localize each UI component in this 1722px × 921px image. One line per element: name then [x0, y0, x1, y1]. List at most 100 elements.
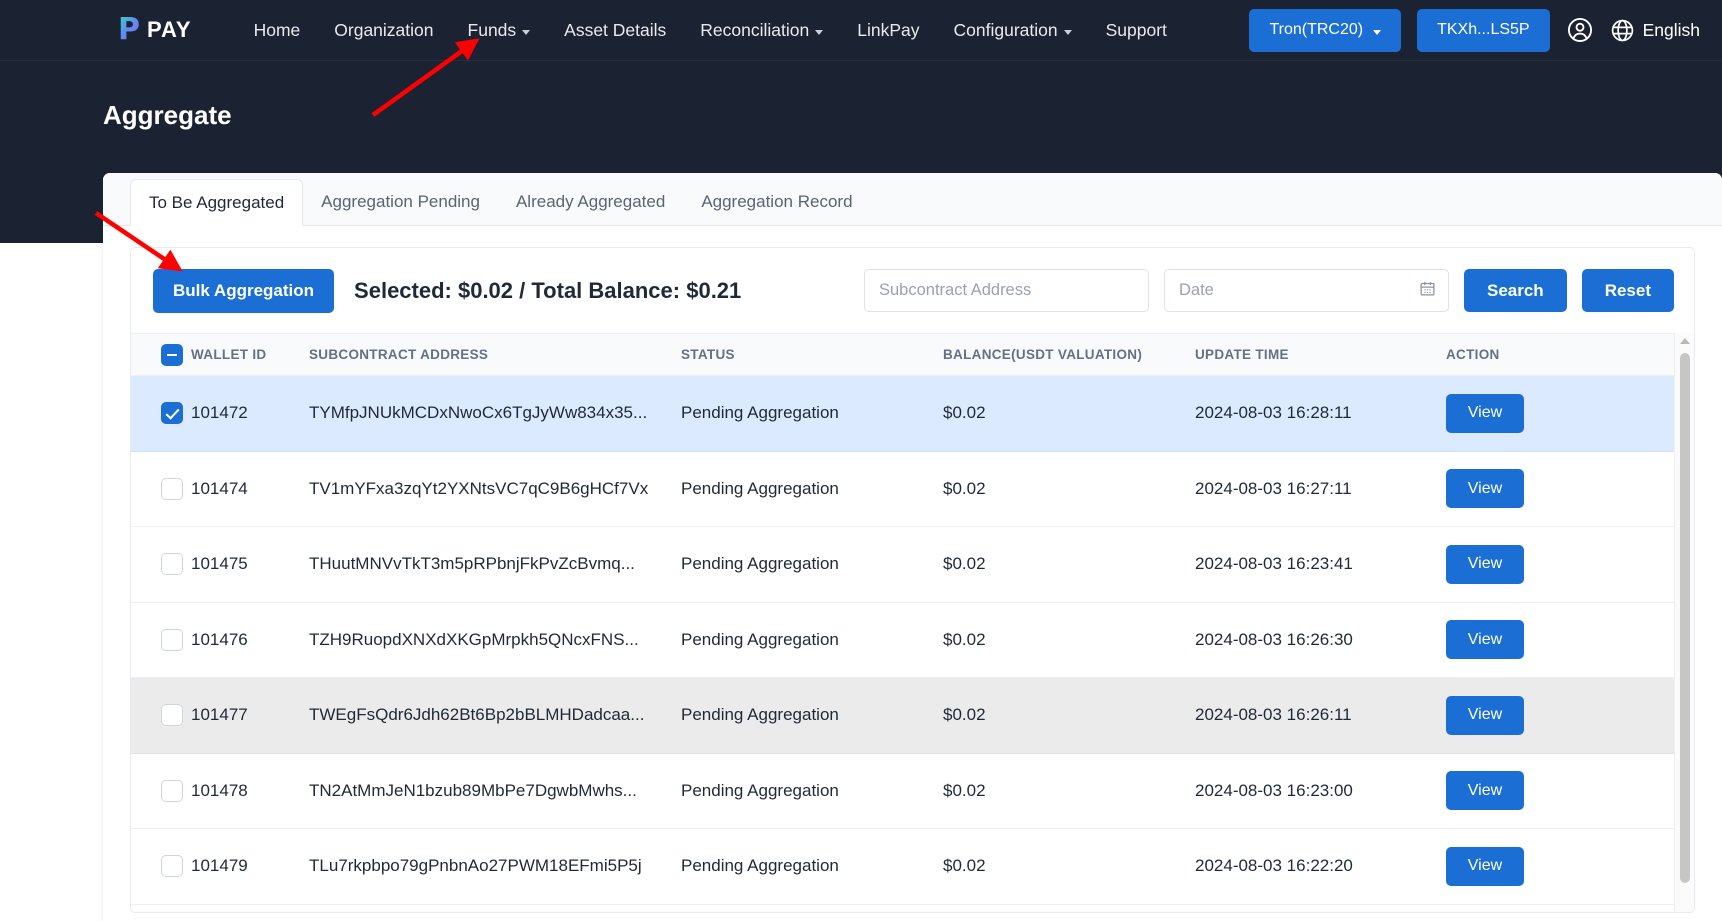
table-row[interactable]: 101472 TYMfpJNUkMCDxNwoCx6TgJyWw834x35..…	[131, 375, 1676, 452]
cell-status: Pending Aggregation	[681, 375, 943, 452]
reset-button[interactable]: Reset	[1581, 269, 1674, 312]
chevron-down-icon	[1063, 29, 1072, 35]
table-row[interactable]: 101475 THuutMNVvTkT3m5pRPbnjFkPvZcBvmq..…	[131, 526, 1676, 603]
cell-update-time: 2024-08-03 16:27:11	[1195, 451, 1446, 527]
nav-label: Configuration	[953, 19, 1058, 40]
tab-aggregation-pending[interactable]: Aggregation Pending	[303, 178, 498, 225]
cell-balance: $0.02	[943, 753, 1195, 829]
tab-already-aggregated[interactable]: Already Aggregated	[498, 178, 683, 225]
view-button[interactable]: View	[1446, 846, 1524, 886]
view-button[interactable]: View	[1446, 544, 1524, 584]
view-button[interactable]: View	[1446, 469, 1524, 509]
cell-wallet-id: 101479	[191, 828, 309, 905]
scrollbar-thumb[interactable]	[1680, 353, 1690, 883]
date-input[interactable]	[1163, 269, 1449, 312]
nav-menu: Home Organization Funds Asset Details Re…	[237, 20, 1184, 41]
cell-wallet-id: 101477	[191, 677, 309, 754]
globe-icon	[1611, 19, 1633, 41]
table-row[interactable]: 101476 TZH9RuopdXNXdXKGpMrpkh5QNcxFNS...…	[131, 602, 1676, 678]
cell-action: View	[1446, 375, 1676, 452]
view-button[interactable]: View	[1446, 620, 1524, 660]
nav-item-support[interactable]: Support	[1089, 20, 1184, 41]
nav-label: Home	[253, 19, 301, 40]
logo-p-icon: P	[118, 12, 140, 47]
row-select-cell	[131, 828, 191, 905]
column-wallet-id[interactable]: WALLET ID	[191, 333, 309, 376]
nav-label: Organization	[334, 19, 434, 40]
cell-wallet-id: 101472	[191, 375, 309, 452]
cell-address: TV1mYFxa3zqYt2YXNtsVC7qC9B6gHCf7Vx	[309, 451, 681, 527]
table-row[interactable]: 101477 TWEgFsQdr6Jdh62Bt6Bp2bBLMHDadcaa.…	[131, 677, 1676, 754]
filter-group: Search Reset	[863, 269, 1674, 312]
column-subcontract-address[interactable]: SUBCONTRACT ADDRESS	[309, 333, 681, 376]
brand-logo[interactable]: P PAY	[118, 15, 192, 45]
nav-item-organization[interactable]: Organization	[317, 20, 450, 41]
cell-update-time: 2024-08-03 16:28:11	[1195, 375, 1446, 452]
row-checkbox[interactable]	[161, 779, 183, 802]
wallet-label: TKXh...LS5P	[1437, 21, 1530, 38]
cell-status: Pending Aggregation	[681, 753, 943, 829]
view-button[interactable]: View	[1446, 695, 1524, 735]
select-all-header	[131, 333, 191, 376]
tab-label: To Be Aggregated	[149, 192, 285, 212]
row-select-cell	[131, 526, 191, 603]
network-label: Tron(TRC20)	[1269, 21, 1364, 38]
selection-summary: Selected: $0.02 / Total Balance: $0.21	[354, 277, 742, 303]
cell-balance: $0.02	[943, 375, 1195, 452]
network-selector-button[interactable]: Tron(TRC20)	[1249, 8, 1402, 52]
app-root: P PAY Home Organization Funds Asset Deta…	[0, 0, 1722, 921]
cell-status: Pending Aggregation	[681, 526, 943, 603]
nav-item-configuration[interactable]: Configuration	[937, 20, 1089, 41]
bulk-aggregation-button[interactable]: Bulk Aggregation	[153, 268, 335, 313]
tab-aggregation-record[interactable]: Aggregation Record	[683, 178, 870, 225]
select-all-checkbox[interactable]	[161, 343, 183, 366]
row-checkbox[interactable]	[161, 477, 183, 500]
table-row[interactable]: 101478 TN2AtMmJeN1bzub89MbPe7DgwbMwhs...…	[131, 753, 1676, 829]
cell-update-time: 2024-08-03 16:26:30	[1195, 602, 1446, 678]
nav-label: Funds	[467, 19, 517, 40]
subcontract-address-input[interactable]	[863, 269, 1149, 312]
tab-label: Already Aggregated	[515, 191, 666, 211]
row-select-cell	[131, 677, 191, 754]
row-checkbox[interactable]	[161, 553, 183, 576]
logo-text: PAY	[147, 17, 192, 42]
cell-action: View	[1446, 526, 1676, 603]
nav-item-funds[interactable]: Funds	[451, 20, 548, 41]
cell-address: TYMfpJNUkMCDxNwoCx6TgJyWw834x35...	[309, 375, 681, 452]
language-selector[interactable]: English	[1610, 18, 1700, 43]
table-scroll-area: WALLET ID SUBCONTRACT ADDRESS STATUS BAL…	[131, 333, 1694, 912]
table-vertical-scrollbar[interactable]	[1674, 333, 1694, 912]
table-toolbar: Bulk Aggregation Selected: $0.02 / Total…	[131, 248, 1694, 333]
cell-update-time: 2024-08-03 16:22:20	[1195, 828, 1446, 905]
row-checkbox[interactable]	[161, 855, 183, 878]
nav-item-home[interactable]: Home	[237, 20, 318, 41]
cell-action: View	[1446, 753, 1676, 829]
cell-update-time: 2024-08-03 16:23:00	[1195, 753, 1446, 829]
row-checkbox[interactable]	[161, 402, 183, 425]
table-row[interactable]: 101474 TV1mYFxa3zqYt2YXNtsVC7qC9B6gHCf7V…	[131, 451, 1676, 527]
content-card: To Be Aggregated Aggregation Pending Alr…	[103, 173, 1722, 921]
column-balance[interactable]: BALANCE(USDT VALUATION)	[943, 333, 1195, 376]
cell-address: TWEgFsQdr6Jdh62Bt6Bp2bBLMHDadcaa...	[309, 677, 681, 754]
search-button[interactable]: Search	[1463, 269, 1567, 312]
cell-status: Pending Aggregation	[681, 602, 943, 678]
nav-label: LinkPay	[857, 19, 920, 40]
nav-label: Reconciliation	[700, 19, 810, 40]
scroll-up-arrow-icon[interactable]	[1680, 338, 1690, 344]
user-circle-icon[interactable]	[1566, 16, 1594, 44]
wallet-address-button[interactable]: TKXh...LS5P	[1417, 8, 1550, 52]
view-button[interactable]: View	[1446, 393, 1524, 433]
table-row[interactable]: 101479 TLu7rkpbpo79gPnbnAo27PWM18EFmi5P5…	[131, 828, 1676, 905]
nav-item-asset-details[interactable]: Asset Details	[547, 20, 683, 41]
cell-status: Pending Aggregation	[681, 828, 943, 905]
row-checkbox[interactable]	[161, 628, 183, 651]
row-select-cell	[131, 375, 191, 452]
row-checkbox[interactable]	[161, 704, 183, 727]
column-status[interactable]: STATUS	[681, 333, 943, 376]
column-update-time[interactable]: UPDATE TIME	[1195, 333, 1446, 376]
language-label: English	[1642, 19, 1700, 40]
nav-item-linkpay[interactable]: LinkPay	[840, 20, 936, 41]
nav-item-reconciliation[interactable]: Reconciliation	[683, 20, 840, 41]
tab-to-be-aggregated[interactable]: To Be Aggregated	[130, 179, 304, 226]
view-button[interactable]: View	[1446, 771, 1524, 811]
